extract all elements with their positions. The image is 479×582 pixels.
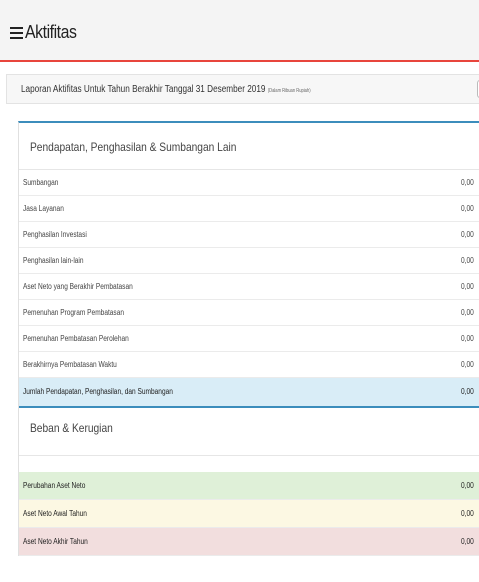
table-row: Berakhirnya Pembatasan Waktu 0,00 [19, 352, 479, 378]
report-subtitle: (Dalam Ribuan Rupiah) [267, 88, 311, 94]
row-value: 0,00 [461, 537, 474, 546]
total-value: 0,00 [461, 387, 474, 396]
table-row: Aset Neto yang Berakhir Pembatasan 0,00 [19, 274, 479, 300]
row-value: 0,00 [461, 360, 474, 369]
table-row: Penghasilan Investasi 0,00 [19, 222, 479, 248]
row-value: 0,00 [461, 230, 474, 239]
row-label: Pemenuhan Program Pembatasan [23, 308, 125, 317]
row-label: Berakhirnya Pembatasan Waktu [23, 360, 117, 369]
row-label: Aset Neto yang Berakhir Pembatasan [23, 282, 133, 291]
row-value: 0,00 [461, 509, 474, 518]
report-panel: Pendapatan, Penghasilan & Sumbangan Lain… [18, 121, 479, 556]
row-value: 0,00 [461, 256, 474, 265]
row-label: Sumbangan [23, 178, 59, 187]
table-row: Pemenuhan Pembatasan Perolehan 0,00 [19, 326, 479, 352]
report-title-text: Laporan Aktifitas Untuk Tahun Berakhir T… [21, 84, 266, 95]
row-label: Aset Neto Akhir Tahun [23, 537, 88, 546]
row-label: Penghasilan lain-lain [23, 256, 84, 265]
row-value: 0,00 [461, 204, 474, 213]
row-value: 0,00 [461, 481, 474, 490]
report-title: Laporan Aktifitas Untuk Tahun Berakhir T… [21, 84, 311, 95]
page-title: Aktifitas [25, 22, 77, 42]
total-row: Jumlah Pendapatan, Penghasilan, dan Sumb… [19, 378, 479, 408]
table-row: Penghasilan lain-lain 0,00 [19, 248, 479, 274]
table-row: Sumbangan 0,00 [19, 170, 479, 196]
row-value: 0,00 [461, 178, 474, 187]
row-label: Aset Neto Awal Tahun [23, 509, 87, 518]
report-header: Laporan Aktifitas Untuk Tahun Berakhir T… [6, 74, 479, 104]
summary-row-perubahan: Perubahan Aset Neto 0,00 [19, 472, 479, 500]
page: Aktifitas Laporan Aktifitas Untuk Tahun … [0, 0, 479, 582]
summary-row-awal: Aset Neto Awal Tahun 0,00 [19, 500, 479, 528]
total-label: Jumlah Pendapatan, Penghasilan, dan Sumb… [23, 387, 173, 396]
row-label: Penghasilan Investasi [23, 230, 87, 239]
list-icon [10, 26, 23, 39]
table-row: Jasa Layanan 0,00 [19, 196, 479, 222]
summary-row-akhir: Aset Neto Akhir Tahun 0,00 [19, 528, 479, 556]
row-value: 0,00 [461, 334, 474, 343]
section-heading-pendapatan: Pendapatan, Penghasilan & Sumbangan Lain [19, 123, 479, 170]
table-row: Pemenuhan Program Pembatasan 0,00 [19, 300, 479, 326]
section-heading-label: Beban & Kerugian [30, 421, 113, 435]
row-label: Jasa Layanan [23, 204, 64, 213]
row-value: 0,00 [461, 282, 474, 291]
row-value: 0,00 [461, 308, 474, 317]
row-label: Perubahan Aset Neto [23, 481, 86, 490]
page-header: Aktifitas [0, 0, 479, 62]
section-heading-beban: Beban & Kerugian [19, 408, 479, 456]
section-heading-label: Pendapatan, Penghasilan & Sumbangan Lain [30, 140, 237, 154]
title-wrap: Aktifitas [10, 22, 84, 43]
row-label: Pemenuhan Pembatasan Perolehan [23, 334, 129, 343]
